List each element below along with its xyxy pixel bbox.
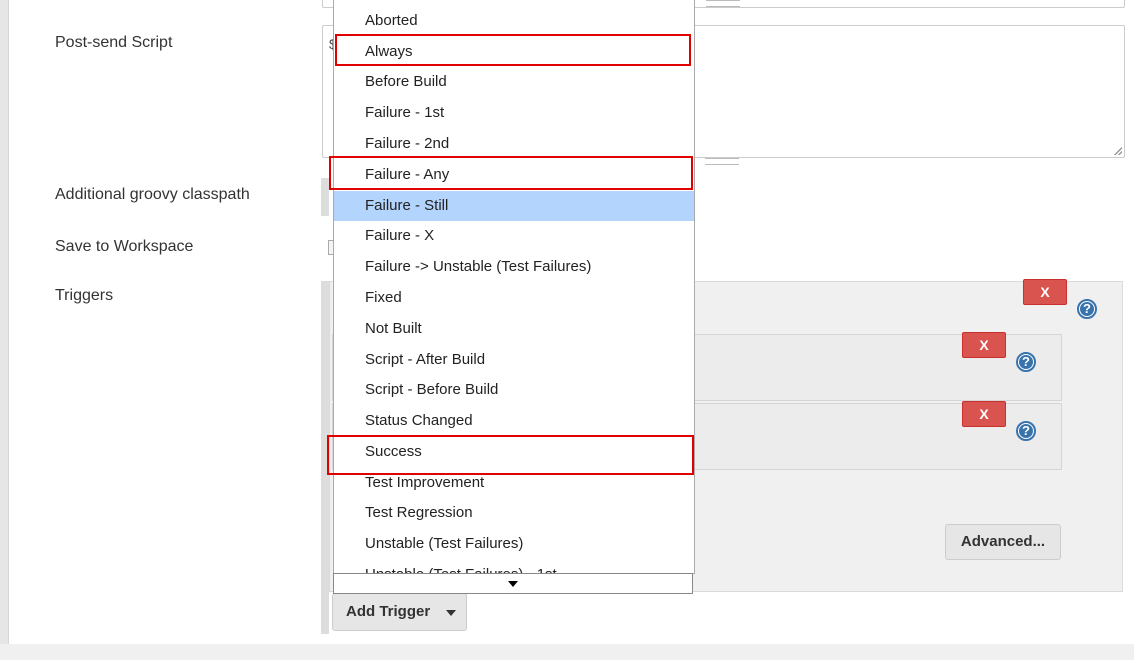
dropdown-item[interactable]: Fixed [334,283,694,313]
dropdown-item[interactable]: Status Changed [334,406,694,436]
dropdown-item[interactable]: Before Build [334,67,694,97]
help-icon[interactable]: ? [1016,421,1036,441]
add-trigger-button[interactable]: Add Trigger [332,593,467,631]
dropdown-item[interactable]: Script - After Build [334,345,694,375]
textarea-grip[interactable] [705,158,739,165]
dropdown-item-selected[interactable]: Failure - Still [334,191,694,221]
advanced-button-label: Advanced... [960,533,1046,550]
dropdown-item[interactable]: Not Built [334,314,694,344]
dropdown-item[interactable]: Failure -> Unstable (Test Failures) [334,252,694,282]
triggers-label: Triggers [55,287,114,304]
groovy-classpath-label: Additional groovy classpath [55,186,250,203]
dropdown-item[interactable]: Test Regression [334,498,694,528]
dropdown-item[interactable]: Failure - 1st [334,98,694,128]
delete-trigger-button[interactable]: X [1023,279,1067,305]
delete-recipient-button[interactable]: X [962,332,1006,358]
save-workspace-label: Save to Workspace [55,238,194,255]
highlight-box-success [327,435,694,475]
highlight-box-always [335,34,691,66]
dropdown-scroll-control[interactable] [333,573,693,594]
highlight-box-failure-any [329,156,693,190]
page-footer-strip [0,644,1134,660]
textarea-grip[interactable] [706,0,740,7]
dropdown-item[interactable]: Failure - X [334,221,694,251]
dropdown-item[interactable]: Script - Before Build [334,375,694,405]
trigger-dropdown-list[interactable]: Aborted Always Before Build Failure - 1s… [333,0,695,574]
delete-recipient-button[interactable]: X [962,401,1006,427]
dropdown-item[interactable]: Failure - 2nd [334,129,694,159]
left-gutter [0,0,9,660]
caret-down-icon [446,610,456,616]
dropdown-item-partial[interactable]: Unstable (Test Failures) - 1st [334,560,694,573]
help-icon[interactable]: ? [1077,299,1097,319]
dropdown-item[interactable]: Aborted [334,6,694,36]
scroll-down-arrow-icon[interactable] [508,581,518,587]
post-send-script-label: Post-send Script [55,34,173,51]
dropdown-item[interactable]: Unstable (Test Failures) [334,529,694,559]
help-icon[interactable]: ? [1016,352,1036,372]
groovy-classpath-field[interactable] [321,178,329,216]
add-trigger-label: Add Trigger [346,603,431,620]
resize-handle-icon[interactable] [1114,147,1122,155]
advanced-button[interactable]: Advanced... [945,524,1061,560]
